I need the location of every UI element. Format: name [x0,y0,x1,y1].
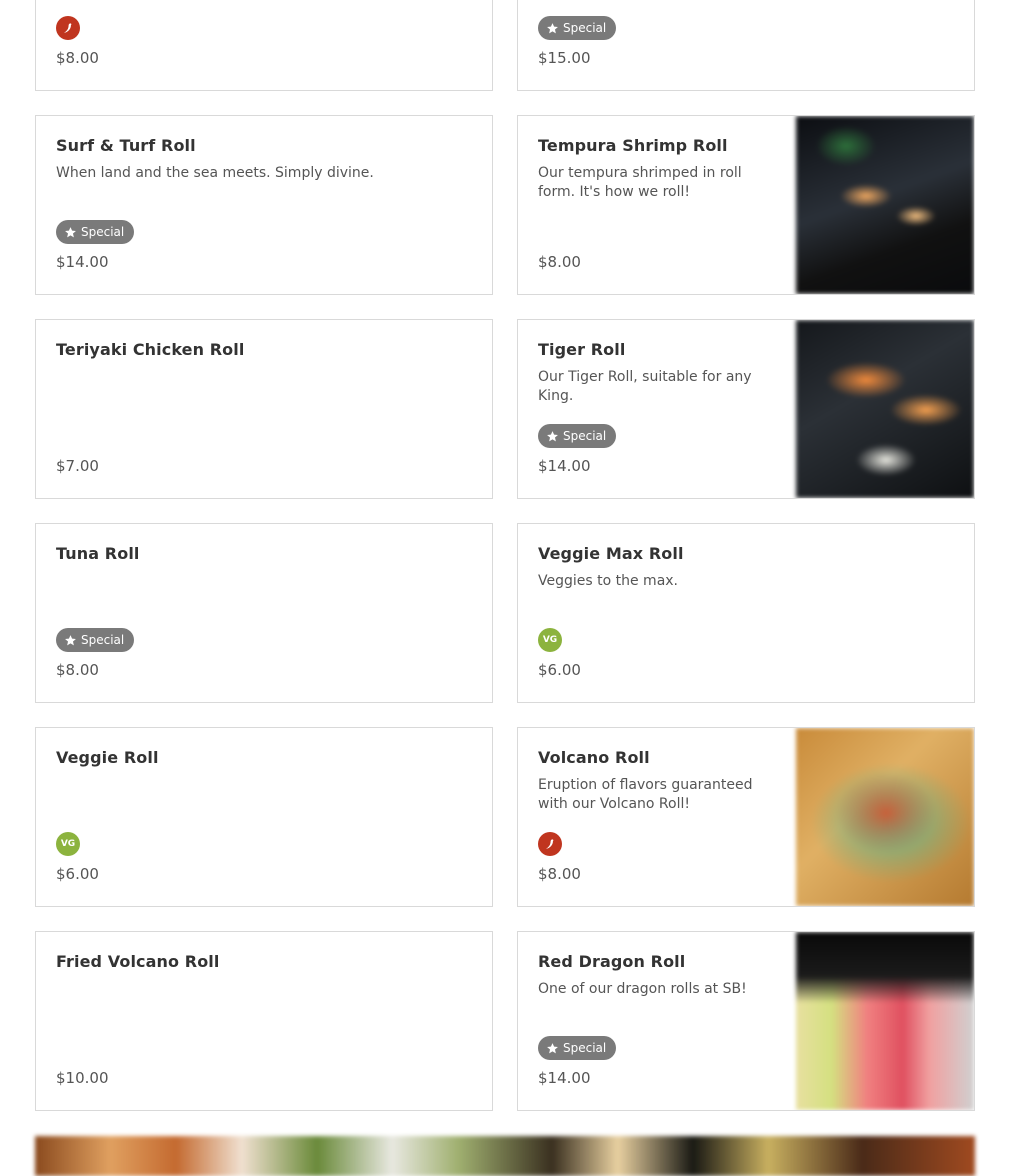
menu-item-badges: Special [56,628,135,652]
menu-item-badges: Special [538,424,617,448]
star-icon [546,1042,559,1055]
menu-item-photo [796,320,974,498]
special-badge: Special [538,424,617,448]
menu-item-description: Veggies to the max. [538,573,679,589]
special-badge: Special [538,1036,617,1060]
menu-item-text: Tuna Roll [56,544,472,702]
menu-item-description: One of our dragon rolls at SB! [538,981,747,997]
special-badge-label: Special [81,225,125,239]
menu-item-price: $8.00 [538,865,581,883]
star-icon [546,22,559,35]
menu-item-name: Veggie Roll [56,748,159,767]
menu-item-name: Surf & Turf Roll [56,136,196,155]
menu-item-badges [538,832,562,856]
menu-item-price: $8.00 [538,253,581,271]
menu-item-name: Red Dragon Roll [538,952,686,971]
menu-item-name: Tempura Shrimp Roll [538,136,728,155]
star-icon [64,226,77,239]
special-badge-label: Special [563,21,607,35]
menu-item-card[interactable]: Tempura Shrimp Roll Our tempura shrimped … [517,115,975,295]
menu-item-name: Volcano Roll [538,748,650,767]
menu-item-text: Surf & Turf Roll When land and the sea me… [56,136,472,294]
menu-item-description: Our Tiger Roll, suitable for any King. [538,369,752,404]
menu-item-name: Tuna Roll [56,544,140,563]
vegan-icon: VG [56,832,80,856]
menu-item-card[interactable]: Tuna Roll Special $8.00 [35,523,493,703]
star-icon [64,634,77,647]
special-badge-label: Special [563,429,607,443]
menu-item-card[interactable]: Fried Volcano Roll $10.00 [35,931,493,1111]
special-badge: Special [56,628,135,652]
menu-item-photo [796,116,974,294]
menu-item-text [56,0,472,90]
menu-item-text: Teriyaki Chicken Roll [56,340,472,498]
menu-item-description: Our tempura shrimped in roll form. It's … [538,165,742,200]
menu-item-badges: Special [56,220,135,244]
menu-item-photo [796,932,974,1110]
menu-item-card[interactable]: Volcano Roll Eruption of flavors guarante… [517,727,975,907]
menu-item-text: Fried Volcano Roll [56,952,472,1110]
menu-item-price: $14.00 [56,253,109,271]
menu-item-name: Fried Volcano Roll [56,952,220,971]
menu-item-name: Tiger Roll [538,340,626,359]
menu-item-text: Veggie Roll [56,748,472,906]
menu-item-badges: VG [56,832,80,856]
special-badge: Special [538,16,617,40]
special-badge-label: Special [563,1041,607,1055]
menu-item-badges: Special [538,1036,617,1060]
menu-item-badges: VG [538,628,562,652]
menu-item-badges [56,16,80,40]
menu-item-description: When land and the sea meets. Simply divi… [56,165,374,181]
menu-item-badges: Special [538,16,617,40]
special-badge-label: Special [81,633,125,647]
menu-item-card[interactable]: Red Dragon Roll One of our dragon rolls a… [517,931,975,1111]
menu-item-photo [796,728,974,906]
menu-item-price: $6.00 [538,661,581,679]
menu-item-description: Eruption of flavors guaranteed with our … [538,777,753,812]
menu-item-name: Teriyaki Chicken Roll [56,340,245,359]
menu-item-card[interactable]: $8.00 [35,0,493,91]
menu-item-price: $10.00 [56,1069,109,1087]
footer-banner-image [35,1136,975,1176]
menu-item-card[interactable]: Special $15.00 [517,0,975,91]
menu-item-price: $14.00 [538,457,591,475]
menu-item-card[interactable]: Veggie Max Roll Veggies to the max. VG $6.0… [517,523,975,703]
menu-item-price: $8.00 [56,49,99,67]
special-badge: Special [56,220,135,244]
vegan-icon: VG [538,628,562,652]
menu-item-card[interactable]: Teriyaki Chicken Roll $7.00 [35,319,493,499]
menu-item-card[interactable]: Veggie Roll VG $6.00 [35,727,493,907]
menu-item-card[interactable]: Tiger Roll Our Tiger Roll, suitable for a… [517,319,975,499]
menu-item-price: $15.00 [538,49,591,67]
menu-item-name: Veggie Max Roll [538,544,684,563]
chili-pepper-icon [538,832,562,856]
chili-pepper-icon [56,16,80,40]
menu-item-text: Veggie Max Roll Veggies to the max. [538,544,954,702]
star-icon [546,430,559,443]
menu-item-price: $14.00 [538,1069,591,1087]
menu-item-text [538,0,954,90]
menu-item-card[interactable]: Surf & Turf Roll When land and the sea me… [35,115,493,295]
menu-item-price: $7.00 [56,457,99,475]
menu-item-price: $8.00 [56,661,99,679]
menu-item-price: $6.00 [56,865,99,883]
